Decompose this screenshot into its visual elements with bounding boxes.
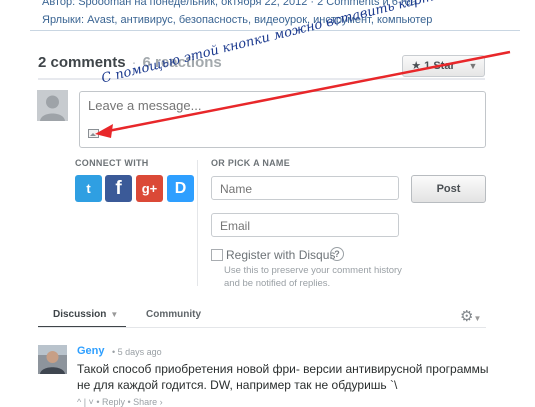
tab-discussion[interactable]: Discussion ▼: [38, 309, 126, 328]
login-divider: [197, 160, 198, 286]
comment-compose-box[interactable]: [79, 91, 486, 148]
sort-dropdown-button[interactable]: ▼: [462, 55, 485, 77]
name-input[interactable]: [220, 182, 390, 196]
tab-community[interactable]: Community: [146, 309, 201, 320]
google-plus-login-icon[interactable]: g+: [136, 175, 163, 202]
settings-menu[interactable]: ⚙▼: [460, 307, 481, 325]
tab-discussion-label: Discussion: [53, 309, 107, 320]
help-icon[interactable]: ?: [330, 247, 344, 261]
comment-time[interactable]: • 5 days ago: [112, 347, 162, 357]
email-field[interactable]: [211, 213, 399, 237]
message-input[interactable]: [88, 98, 468, 113]
gear-icon: ⚙: [460, 308, 474, 325]
chevron-down-icon: ▼: [110, 310, 119, 319]
register-checkbox[interactable]: [211, 249, 223, 261]
tabs-divider: [38, 327, 486, 328]
pick-name-label: OR PICK A NAME: [211, 158, 291, 168]
star-button[interactable]: ★ 1 Star: [402, 55, 464, 77]
post-meta: Автор: Spooomaн на понедельник, октября …: [30, 0, 520, 31]
register-label[interactable]: Register with Disqus: [226, 248, 335, 262]
default-avatar-icon: [37, 90, 68, 121]
twitter-login-icon[interactable]: t: [75, 175, 102, 202]
facebook-login-icon[interactable]: f: [105, 175, 132, 202]
email-input[interactable]: [220, 219, 390, 233]
comment-author[interactable]: Geny: [77, 345, 105, 357]
comment-body: Такой способ приобретения новой фри- вер…: [77, 362, 489, 392]
disqus-login-icon[interactable]: D: [167, 175, 194, 202]
register-note: Use this to preserve your comment histor…: [224, 265, 402, 289]
user-photo-icon: [38, 345, 67, 374]
name-field[interactable]: [211, 176, 399, 200]
comment-actions[interactable]: ^ | ˅ • Reply • Share ›: [77, 397, 163, 407]
post-button[interactable]: Post: [411, 175, 486, 203]
chevron-down-icon: ▼: [473, 314, 482, 323]
insert-image-icon[interactable]: [88, 129, 99, 138]
comment-avatar[interactable]: [38, 345, 67, 374]
avatar: [37, 90, 68, 121]
connect-with-label: CONNECT WITH: [75, 158, 149, 168]
